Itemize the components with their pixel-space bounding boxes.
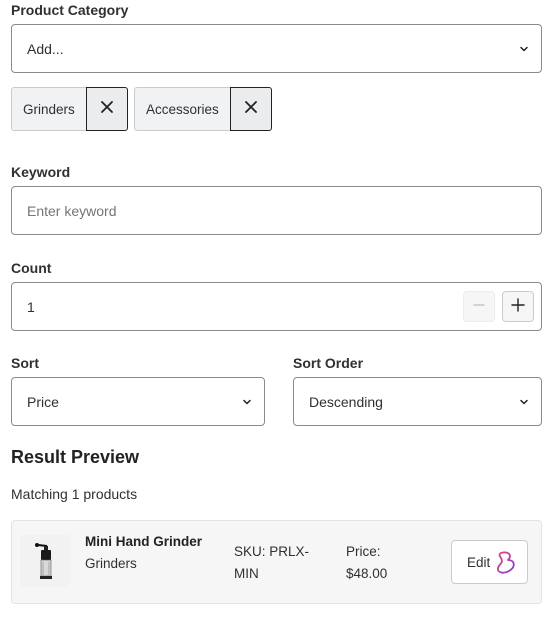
product-name: Mini Hand Grinder [85,534,203,549]
sku-continuation: MIN [234,566,259,581]
keyword-input[interactable] [12,187,541,234]
product-thumbnail [20,535,70,587]
minus-icon [472,298,486,315]
price-label: Price: [346,544,381,559]
tag-accessories: Accessories [134,87,272,131]
chevron-down-icon [519,44,529,54]
edit-button[interactable]: Edit [451,540,528,584]
product-row: Mini Hand Grinder Grinders SKU: PRLX- MI… [11,520,542,604]
remove-tag-button[interactable] [85,87,128,131]
close-icon [100,100,114,119]
product-category-select-value: Add... [27,40,64,57]
app-logo-icon [492,550,518,576]
increment-button[interactable] [502,291,534,322]
tag-label: Accessories [134,87,230,131]
count-stepper[interactable]: 1 [11,282,542,331]
product-category-select[interactable]: Add... [11,24,542,73]
result-preview-heading: Result Preview [11,447,140,467]
count-value: 1 [27,298,35,315]
product-category-label: Product Category [11,2,129,18]
sort-label: Sort [11,355,39,371]
product-sku: SKU: PRLX- MIN [234,541,314,585]
count-label: Count [11,260,52,276]
product-price: Price: $48.00 [346,541,416,585]
sort-order-select-value: Descending [309,393,383,410]
sort-order-select[interactable]: Descending [293,377,542,426]
sort-order-label: Sort Order [293,355,364,371]
tag-label: Grinders [11,87,86,131]
edit-label: Edit [467,554,491,570]
close-icon [244,100,258,119]
sort-select-value: Price [27,393,59,410]
tag-grinders: Grinders [11,87,128,131]
keyword-field[interactable] [11,186,542,235]
product-category: Grinders [85,556,137,571]
sku-label: SKU: PRLX- [234,544,310,559]
price-value: $48.00 [346,566,388,581]
sort-select[interactable]: Price [11,377,265,426]
remove-tag-button[interactable] [229,87,272,131]
decrement-button[interactable] [463,291,495,322]
keyword-label: Keyword [11,164,71,180]
chevron-down-icon [242,397,252,407]
result-summary: Matching 1 products [11,486,138,502]
plus-icon [510,297,526,316]
chevron-down-icon [519,397,529,407]
